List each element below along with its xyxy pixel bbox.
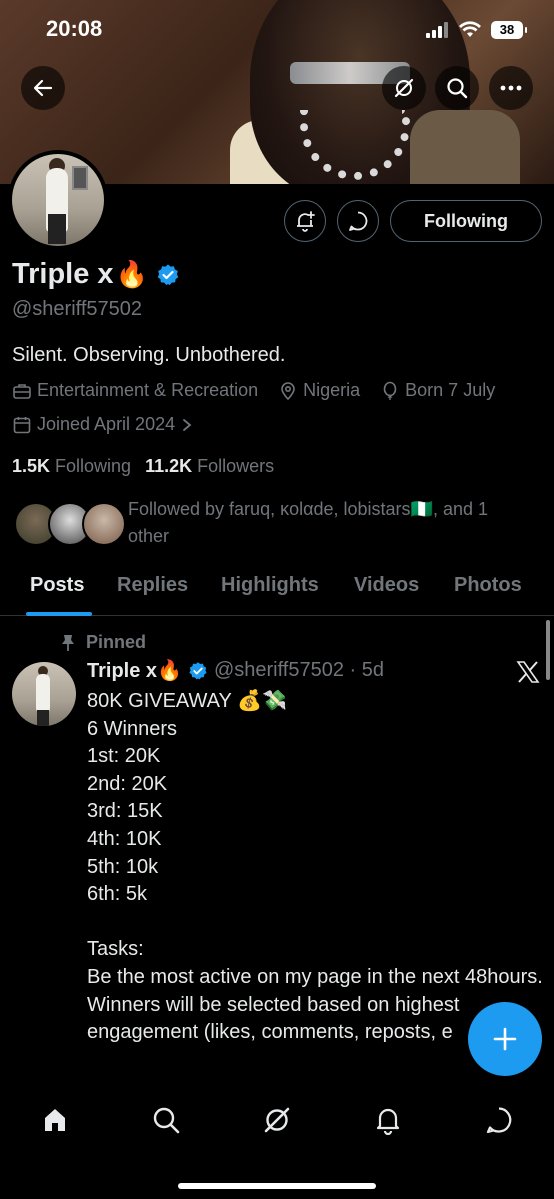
followed-by-avatars bbox=[12, 496, 128, 546]
briefcase-icon bbox=[13, 383, 31, 399]
post-author-handle: @sheriff57502 · 5d bbox=[213, 659, 384, 681]
post-text: 80K GIVEAWAY 💰💸 6 Winners 1st: 20K 2nd: … bbox=[87, 690, 543, 1044]
category-item: Entertainment & Recreation bbox=[12, 380, 258, 401]
avatar-bg-frame bbox=[72, 166, 88, 190]
back-arrow-icon bbox=[33, 79, 53, 97]
notifications-subscribe-button[interactable] bbox=[284, 200, 326, 242]
active-tab-indicator bbox=[26, 612, 92, 616]
search-icon bbox=[447, 78, 468, 99]
post-header: Triple x🔥 @sheriff57502 · 5d bbox=[87, 658, 384, 683]
x-logo-icon bbox=[516, 660, 540, 689]
home-indicator bbox=[178, 1183, 376, 1189]
profile-joined-row[interactable]: Joined April 2024 bbox=[12, 414, 218, 435]
search-icon bbox=[153, 1107, 180, 1134]
followers-count: 11.2K bbox=[145, 456, 193, 476]
calendar-icon bbox=[13, 416, 31, 433]
banner-jacket bbox=[410, 110, 520, 184]
post-author-name[interactable]: Triple x🔥 bbox=[87, 658, 182, 683]
compose-post-button[interactable] bbox=[468, 1002, 542, 1076]
grok-button[interactable] bbox=[382, 66, 426, 110]
back-button[interactable] bbox=[21, 66, 65, 110]
tab-posts[interactable]: Posts bbox=[30, 574, 84, 597]
wifi-icon bbox=[458, 19, 482, 44]
post-author-avatar[interactable] bbox=[12, 662, 76, 726]
message-icon bbox=[486, 1107, 512, 1134]
plus-icon bbox=[493, 1027, 517, 1051]
post-avatar-legs bbox=[37, 710, 49, 726]
profile-bio: Silent. Observing. Unbothered. bbox=[12, 344, 286, 366]
post-avatar-body bbox=[36, 674, 50, 714]
followers-label: Followers bbox=[197, 456, 275, 476]
profile-name-row: Triple x 🔥 bbox=[12, 258, 180, 291]
profile-category: Entertainment & Recreation bbox=[37, 380, 259, 400]
balloon-icon bbox=[383, 381, 397, 400]
pinned-indicator: Pinned bbox=[60, 632, 146, 653]
nav-messages[interactable] bbox=[479, 1100, 519, 1140]
avatar-legs bbox=[48, 214, 66, 244]
verified-badge-icon[interactable] bbox=[156, 263, 180, 287]
message-icon bbox=[349, 211, 368, 231]
profile-handle: @sheriff57502 bbox=[12, 298, 143, 320]
following-label: Following bbox=[55, 456, 132, 476]
tab-replies[interactable]: Replies bbox=[117, 574, 188, 597]
profile-tabs: Posts Replies Highlights Videos Photos bbox=[0, 566, 554, 616]
following-count-link[interactable]: 1.5K Following bbox=[12, 456, 131, 477]
grok-icon bbox=[264, 1107, 290, 1133]
pin-icon bbox=[62, 634, 74, 651]
cellular-signal-icon bbox=[426, 22, 450, 43]
name-emoji: 🔥 bbox=[115, 259, 148, 289]
pinned-label: Pinned bbox=[86, 632, 147, 652]
battery-indicator: 38 bbox=[491, 21, 527, 39]
mutual-avatar bbox=[82, 502, 126, 546]
nav-home[interactable] bbox=[35, 1100, 75, 1140]
more-button[interactable] bbox=[489, 66, 533, 110]
notification-bell-plus-icon bbox=[297, 211, 315, 232]
bell-icon bbox=[376, 1108, 400, 1135]
profile-avatar[interactable] bbox=[8, 150, 108, 250]
home-icon bbox=[45, 1109, 65, 1131]
birthday-item: Born 7 July bbox=[380, 380, 495, 401]
display-name: Triple x bbox=[12, 258, 114, 290]
followers-count-link[interactable]: 11.2K Followers bbox=[145, 456, 274, 477]
more-icon bbox=[500, 85, 522, 91]
scrollbar[interactable] bbox=[546, 620, 550, 680]
following-count: 1.5K bbox=[12, 456, 51, 476]
profile-meta-row: Entertainment & Recreation Nigeria Born … bbox=[12, 380, 495, 401]
location-pin-icon bbox=[281, 381, 295, 400]
chevron-right-icon bbox=[183, 418, 192, 431]
following-button[interactable]: Following bbox=[390, 200, 542, 242]
follow-counts: 1.5K Following 11.2K Followers bbox=[12, 456, 288, 477]
tab-videos[interactable]: Videos bbox=[354, 574, 419, 597]
tab-photos[interactable]: Photos bbox=[454, 574, 522, 597]
nav-grok[interactable] bbox=[257, 1100, 297, 1140]
verified-badge-icon bbox=[188, 661, 208, 681]
status-time: 20:08 bbox=[46, 16, 103, 41]
followed-by-row[interactable]: Followed by faruq, ĸolαde, lobistars🇳🇬, … bbox=[12, 496, 528, 550]
profile-joined: Joined April 2024 bbox=[37, 414, 176, 434]
nav-search[interactable] bbox=[146, 1100, 186, 1140]
profile-location: Nigeria bbox=[303, 380, 361, 400]
tab-highlights[interactable]: Highlights bbox=[221, 574, 319, 597]
grok-icon bbox=[394, 78, 414, 98]
status-bar: 20:08 38 bbox=[0, 0, 554, 60]
profile-birthday: Born 7 July bbox=[405, 380, 496, 400]
bottom-navigation bbox=[0, 1082, 554, 1199]
search-button[interactable] bbox=[435, 66, 479, 110]
message-button[interactable] bbox=[337, 200, 379, 242]
joined-item: Joined April 2024 bbox=[12, 414, 198, 435]
nav-notifications[interactable] bbox=[368, 1100, 408, 1140]
followed-by-text: Followed by faruq, ĸolαde, lobistars🇳🇬, … bbox=[128, 499, 488, 546]
location-item: Nigeria bbox=[278, 380, 360, 401]
